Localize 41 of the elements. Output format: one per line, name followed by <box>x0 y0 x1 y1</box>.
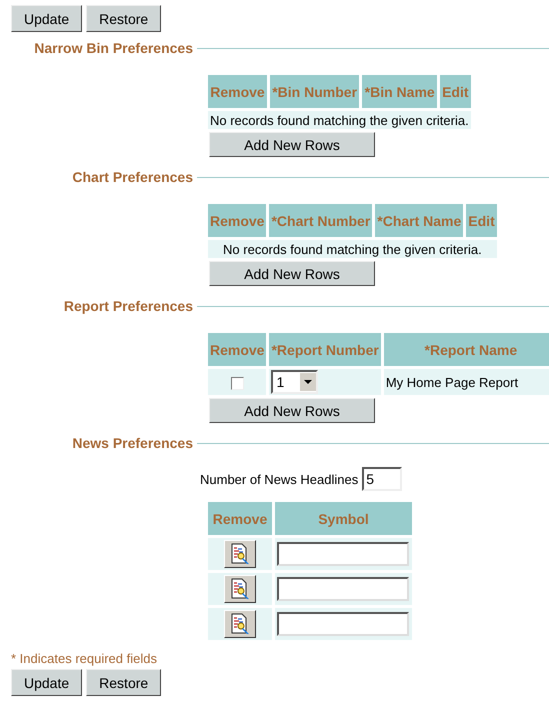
column-header: Remove <box>208 502 272 535</box>
table-cell: My Home Page Report <box>384 369 549 395</box>
column-header: Remove <box>208 333 266 366</box>
document-edit-icon <box>229 543 251 565</box>
required-note: * Indicates required fields <box>10 651 158 666</box>
column-header: Symbol <box>275 502 412 535</box>
column-header: *Chart Number <box>269 204 372 237</box>
add-rows-button[interactable]: Add New Rows <box>209 398 375 423</box>
form-button[interactable]: Update <box>11 669 82 696</box>
report-number-select[interactable]: 1 <box>271 370 318 394</box>
column-header: *Report Number <box>269 333 381 366</box>
section-heading: Narrow Bin Preferences <box>33 40 193 56</box>
document-edit-icon <box>229 578 251 600</box>
column-header: *Bin Name <box>362 75 437 108</box>
column-header: Edit <box>440 75 471 108</box>
symbol-input[interactable] <box>277 612 409 636</box>
remove-button[interactable] <box>224 610 256 638</box>
column-header: *Report Name <box>384 333 549 366</box>
column-header: Remove <box>208 204 266 237</box>
symbol-input[interactable] <box>277 577 409 601</box>
column-header: *Chart Name <box>375 204 464 237</box>
empty-message: No records found matching the given criteria. <box>208 240 497 258</box>
field-label: Number of News Headlines <box>200 472 358 486</box>
column-header: *Bin Number <box>270 75 360 108</box>
form-button[interactable]: Restore <box>86 5 162 32</box>
document-edit-icon <box>229 613 251 635</box>
section-heading: Chart Preferences <box>71 169 193 185</box>
symbol-input[interactable] <box>277 542 409 566</box>
empty-message: No records found matching the given criteria. <box>208 111 471 129</box>
remove-button[interactable] <box>224 575 256 603</box>
remove-button[interactable] <box>224 540 256 568</box>
headlines-input[interactable]: 5 <box>362 467 402 491</box>
form-button[interactable]: Update <box>11 5 82 32</box>
form-button[interactable]: Restore <box>86 669 162 696</box>
column-header: Edit <box>466 204 497 237</box>
section-heading: News Preferences <box>71 435 193 451</box>
remove-checkbox[interactable] <box>230 376 244 390</box>
add-rows-button[interactable]: Add New Rows <box>209 132 375 157</box>
column-header: Remove <box>208 75 267 108</box>
section-heading: Report Preferences <box>62 298 193 314</box>
add-rows-button[interactable]: Add New Rows <box>209 261 375 286</box>
